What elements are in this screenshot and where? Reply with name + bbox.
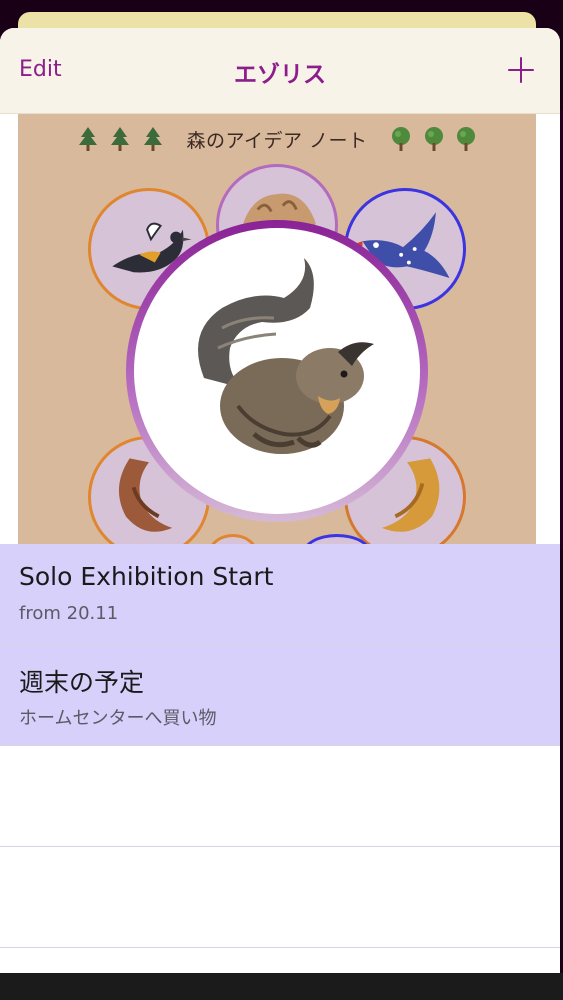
hero-heading-text: 森のアイデア ノート xyxy=(186,130,368,152)
list-item-subtitle: ホームセンターへ買い物 xyxy=(19,708,217,729)
header-image: 森のアイデア ノート xyxy=(18,114,536,544)
round-tree-icon xyxy=(457,127,476,151)
round-tree-icon xyxy=(424,127,443,151)
conifer-tree-icon xyxy=(111,127,130,151)
list-item-title: 週末の予定 xyxy=(19,668,145,697)
round-tree-icon xyxy=(392,127,411,151)
notes-list: Solo Exhibition Start from 20.11 週末の予定 ホ… xyxy=(0,544,560,948)
list-item-title: Solo Exhibition Start xyxy=(19,562,274,591)
list-item[interactable]: Solo Exhibition Start from 20.11 xyxy=(0,544,560,645)
page-title: エゾリス xyxy=(234,62,326,88)
squirrel-illustration xyxy=(134,228,420,514)
conifer-tree-icon xyxy=(143,127,162,151)
conifer-tree-icon xyxy=(78,127,97,151)
list-item-subtitle: from 20.11 xyxy=(19,603,119,624)
partial-illustration xyxy=(208,534,258,544)
empty-list-row xyxy=(0,847,560,948)
plus-icon[interactable] xyxy=(508,57,534,83)
hero-heading: 森のアイデア ノート xyxy=(18,126,536,153)
empty-list-row xyxy=(0,746,560,847)
modal-sheet: Edit エゾリス 森のアイデア ノート Solo Exhibition Sta… xyxy=(0,28,560,973)
navigation-bar: Edit エゾリス xyxy=(0,28,560,114)
bottom-bar xyxy=(0,973,563,1000)
main-image-ring xyxy=(126,220,428,522)
list-item[interactable]: 週末の予定 ホームセンターへ買い物 xyxy=(0,645,560,746)
